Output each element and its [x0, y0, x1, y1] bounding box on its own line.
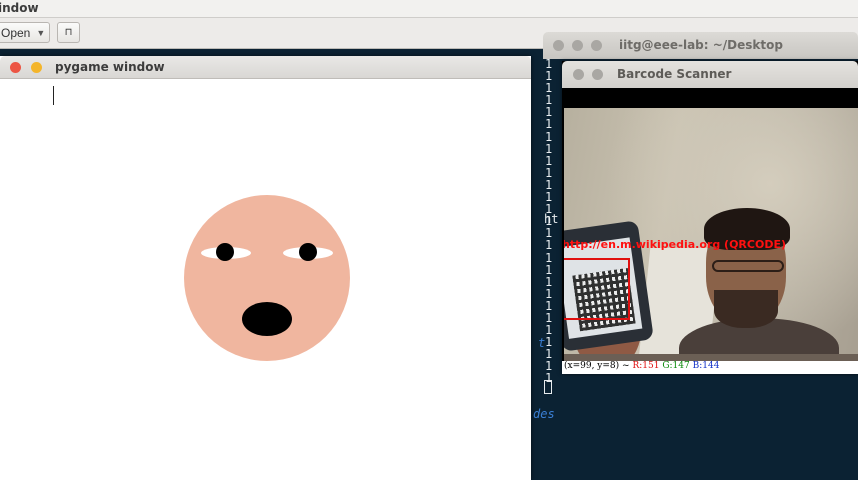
terminal-line: 1: [545, 250, 553, 265]
terminal-title: iitg@eee-lab: ~/Desktop: [619, 38, 783, 52]
terminal-line: 1: [545, 141, 553, 156]
terminal-titlebar[interactable]: iitg@eee-lab: ~/Desktop: [543, 32, 858, 59]
terminal-text-fragment: des: [533, 407, 555, 421]
pygame-titlebar[interactable]: pygame window: [0, 56, 531, 79]
chevron-down-icon: ▼: [36, 27, 46, 38]
face-mouth: [242, 302, 292, 336]
scanner-titlebar[interactable]: Barcode Scanner: [562, 61, 858, 88]
qr-detection-box: [564, 258, 630, 320]
pin-button[interactable]: ⊓: [57, 22, 80, 43]
terminal-cursor: [544, 380, 552, 394]
camera-feed: http://en.m.wikipedia.org (QRCODE): [564, 108, 858, 361]
pygame-window[interactable]: pygame window: [0, 56, 531, 480]
terminal-minimize-button[interactable]: [572, 40, 583, 51]
barcode-scanner-window[interactable]: Barcode Scanner http://en.m.wikipedia.or…: [562, 61, 858, 374]
pygame-minimize-button[interactable]: [31, 62, 42, 73]
terminal-line: 1: [545, 238, 553, 253]
face-left-pupil: [216, 243, 234, 261]
scanner-close-button[interactable]: [573, 69, 584, 80]
terminal-close-button[interactable]: [553, 40, 564, 51]
pin-icon: ⊓: [64, 27, 73, 38]
open-button[interactable]: Open ▼: [0, 22, 50, 43]
pygame-title: pygame window: [55, 60, 165, 74]
pixel-green-value: G:147: [662, 361, 690, 371]
pixel-coords: (x=99, y=8) ~: [564, 361, 630, 371]
face-head: [184, 195, 350, 361]
camera-person-beard: [714, 290, 778, 328]
background-window-titlebar: indow: [0, 0, 858, 18]
terminal-line: 1: [545, 117, 553, 132]
camera-person-glasses: [712, 260, 784, 272]
scanner-minimize-button[interactable]: [592, 69, 603, 80]
terminal-line: 1: [545, 274, 553, 289]
open-button-label: Open: [1, 25, 31, 40]
face-right-pupil: [299, 243, 317, 261]
face-drawing: [184, 195, 350, 361]
scanner-status-bar: (x=99, y=8) ~ R:151 G:147 B:144: [562, 361, 858, 374]
terminal-line: 1: [545, 129, 553, 144]
pixel-red-value: R:151: [632, 361, 660, 371]
terminal-text-fragment: t: [538, 336, 546, 350]
terminal-maximize-button[interactable]: [591, 40, 602, 51]
terminal-line: 1: [545, 262, 553, 277]
camera-foreground: [564, 354, 858, 361]
terminal-text-fragment: ht: [544, 212, 559, 226]
text-cursor: [53, 86, 54, 105]
background-window-title: indow: [0, 1, 39, 15]
scanner-title: Barcode Scanner: [617, 67, 732, 81]
pygame-close-button[interactable]: [10, 62, 21, 73]
pixel-blue-value: B:144: [692, 361, 720, 371]
qr-decoded-text: http://en.m.wikipedia.org (QRCODE): [564, 238, 786, 251]
